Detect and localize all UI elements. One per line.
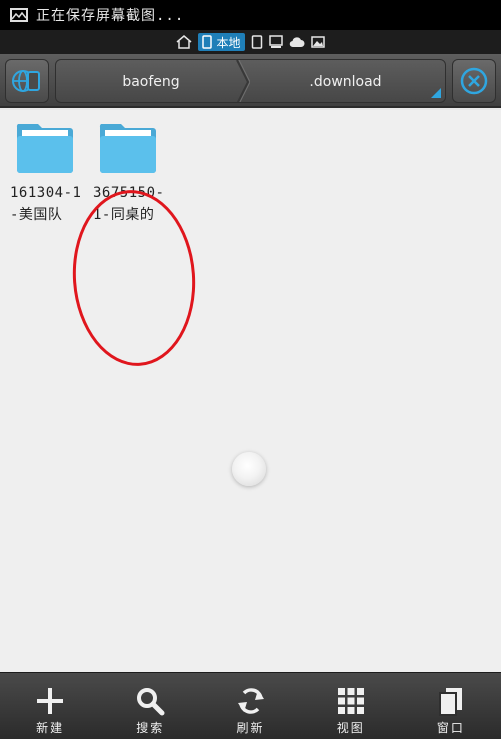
folder-icon (99, 124, 156, 173)
refresh-button-label: 刷新 (236, 721, 265, 735)
view-button[interactable]: 视图 (301, 673, 401, 739)
dropdown-corner-icon[interactable] (431, 88, 441, 98)
folder-icon (16, 124, 73, 173)
windows-button-label: 窗口 (436, 721, 465, 735)
folder-label-line1: 161304-1 (10, 185, 82, 201)
folder-label-line1: 3675150- (93, 185, 165, 201)
folder-label: 3675150- 1-同桌的 (93, 182, 177, 226)
status-text: 正在保存屏幕截图... (36, 8, 185, 24)
close-button[interactable] (452, 59, 496, 103)
bottom-toolbar: 新建 搜索 刷新 视图 窗口 (0, 672, 501, 739)
status-bar: 正在保存屏幕截图... (0, 0, 501, 30)
search-button[interactable]: 搜索 (100, 673, 200, 739)
network-device-button[interactable] (5, 59, 49, 103)
home-icon[interactable] (176, 33, 192, 51)
folder-label-line2: -美国队 (10, 207, 63, 223)
location-bar: 本地 (0, 30, 501, 54)
tablet-icon[interactable] (251, 33, 263, 51)
screenshot-notification-icon (10, 8, 28, 22)
folder-label-line2: 1-同桌的 (93, 207, 155, 223)
view-button-label: 视图 (336, 721, 365, 735)
picture-icon[interactable] (310, 33, 325, 51)
file-list: 161304-1 -美国队 3675150- 1-同桌的 (0, 110, 501, 672)
location-local-tab[interactable]: 本地 (198, 33, 245, 51)
new-button[interactable]: 新建 (0, 673, 100, 739)
phone-icon (202, 35, 213, 49)
cloud-icon[interactable] (289, 33, 305, 51)
search-icon (137, 688, 165, 716)
plus-icon (37, 688, 64, 714)
refresh-button[interactable]: 刷新 (200, 673, 300, 739)
breadcrumb-item-baofeng[interactable]: baofeng (56, 60, 246, 102)
location-local-label: 本地 (216, 35, 241, 50)
breadcrumb-item-download[interactable]: .download (246, 60, 445, 102)
windows-button[interactable]: 窗口 (401, 673, 501, 739)
folder-label: 161304-1 -美国队 (10, 182, 94, 226)
grid-view-icon (337, 688, 364, 714)
loading-indicator (232, 452, 266, 486)
search-button-label: 搜索 (136, 721, 165, 735)
new-button-label: 新建 (36, 721, 65, 735)
refresh-icon (237, 688, 264, 714)
computer-icon[interactable] (268, 33, 283, 51)
windows-icon (438, 688, 462, 716)
breadcrumb: baofeng .download (55, 59, 446, 103)
path-toolbar: baofeng .download (0, 54, 501, 108)
network-device-icon (12, 70, 40, 92)
close-circle-icon (460, 67, 488, 95)
